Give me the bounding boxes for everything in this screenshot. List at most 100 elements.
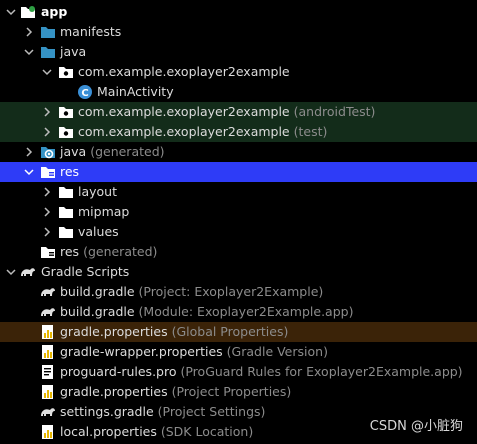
tree-row-res-generated[interactable]: res (generated) bbox=[0, 242, 477, 262]
tree-row-label-group: proguard-rules.pro (ProGuard Rules for E… bbox=[60, 364, 463, 380]
tree-row-label: build.gradle bbox=[60, 284, 135, 299]
chevron-down-icon[interactable] bbox=[6, 267, 16, 277]
tree-row-mipmap[interactable]: mipmap bbox=[0, 202, 477, 222]
tree-row-secondary: (androidTest) bbox=[293, 104, 376, 119]
package-icon bbox=[58, 64, 74, 80]
gradle-icon bbox=[20, 264, 36, 280]
module-folder-icon bbox=[20, 4, 36, 20]
tree-row-label: layout bbox=[78, 184, 118, 199]
tree-row-label-group: build.gradle (Module: Exoplayer2Example.… bbox=[60, 304, 353, 320]
folder-icon bbox=[58, 204, 74, 220]
tree-row-label: res bbox=[60, 244, 80, 259]
tree-row-package[interactable]: com.example.exoplayer2example bbox=[0, 62, 477, 82]
tree-row-label-group: settings.gradle (Project Settings) bbox=[60, 404, 265, 420]
tree-row-label: com.example.exoplayer2example bbox=[78, 104, 290, 119]
chevron-down-icon[interactable] bbox=[42, 67, 52, 77]
gradle-icon bbox=[40, 304, 56, 320]
tree-row-secondary: (Project Settings) bbox=[157, 404, 266, 419]
tree-row-label: gradle.properties bbox=[60, 384, 168, 399]
chevron-down-icon[interactable] bbox=[24, 167, 34, 177]
tree-row-label-group: gradle.properties (Project Properties) bbox=[60, 384, 291, 400]
tree-row-build-gradle-project[interactable]: build.gradle (Project: Exoplayer2Example… bbox=[0, 282, 477, 302]
properties-file-icon bbox=[40, 344, 56, 360]
tree-row-label: proguard-rules.pro bbox=[60, 364, 177, 379]
tree-row-label: mipmap bbox=[78, 204, 130, 219]
tree-row-secondary: (Gradle Version) bbox=[226, 344, 328, 359]
tree-row-label: com.example.exoplayer2example bbox=[78, 64, 290, 79]
tree-row-java-generated[interactable]: java (generated) bbox=[0, 142, 477, 162]
chevron-right-icon[interactable] bbox=[42, 127, 52, 137]
resource-folder-icon bbox=[40, 164, 56, 180]
svg-text:C: C bbox=[81, 88, 88, 99]
folder-icon bbox=[58, 224, 74, 240]
tree-row-secondary: (Module: Exoplayer2Example.app) bbox=[138, 304, 354, 319]
tree-row-label: MainActivity bbox=[97, 84, 174, 99]
chevron-right-icon[interactable] bbox=[24, 147, 34, 157]
tree-row-label-group: res (generated) bbox=[60, 244, 157, 260]
tree-row-label: java bbox=[60, 44, 87, 59]
chevron-down-icon[interactable] bbox=[6, 7, 16, 17]
tree-row-label-group: build.gradle (Project: Exoplayer2Example… bbox=[60, 284, 323, 300]
tree-row-app[interactable]: app bbox=[0, 2, 477, 22]
tree-row-label: gradle-wrapper.properties bbox=[60, 344, 223, 359]
chevron-down-icon[interactable] bbox=[24, 47, 34, 57]
tree-row-label: gradle.properties bbox=[60, 324, 168, 339]
tree-row-label-group: gradle-wrapper.properties (Gradle Versio… bbox=[60, 344, 328, 360]
tree-row-proguard-rules[interactable]: proguard-rules.pro (ProGuard Rules for E… bbox=[0, 362, 477, 382]
tree-row-secondary: (test) bbox=[293, 124, 328, 139]
gradle-icon bbox=[40, 404, 56, 420]
tree-row-label-group: com.example.exoplayer2example (androidTe… bbox=[78, 104, 375, 120]
tree-row-gradle-wrapper-properties[interactable]: gradle-wrapper.properties (Gradle Versio… bbox=[0, 342, 477, 362]
text-file-icon bbox=[40, 364, 56, 380]
properties-file-icon bbox=[40, 324, 56, 340]
chevron-right-icon[interactable] bbox=[42, 207, 52, 217]
gradle-icon bbox=[40, 284, 56, 300]
tree-row-res[interactable]: res bbox=[0, 162, 477, 182]
tree-row-gradle-scripts[interactable]: Gradle Scripts bbox=[0, 262, 477, 282]
tree-row-label: values bbox=[78, 224, 119, 239]
tree-row-java[interactable]: java bbox=[0, 42, 477, 62]
tree-row-package-test[interactable]: com.example.exoplayer2example (test) bbox=[0, 122, 477, 142]
tree-row-label: settings.gradle bbox=[60, 404, 154, 419]
chevron-right-icon[interactable] bbox=[42, 227, 52, 237]
tree-row-manifests[interactable]: manifests bbox=[0, 22, 477, 42]
tree-row-build-gradle-module[interactable]: build.gradle (Module: Exoplayer2Example.… bbox=[0, 302, 477, 322]
resource-folder-icon bbox=[40, 244, 56, 260]
tree-row-gradle-properties-project[interactable]: gradle.properties (Project Properties) bbox=[0, 382, 477, 402]
properties-file-icon bbox=[40, 384, 56, 400]
chevron-right-icon[interactable] bbox=[42, 107, 52, 117]
tree-row-label: java bbox=[60, 144, 87, 159]
tree-row-values[interactable]: values bbox=[0, 222, 477, 242]
tree-row-label: local.properties bbox=[60, 424, 157, 439]
tree-row-label: Gradle Scripts bbox=[41, 264, 130, 279]
tree-row-label-group: java (generated) bbox=[60, 144, 165, 160]
tree-row-label-group: com.example.exoplayer2example (test) bbox=[78, 124, 327, 140]
tree-row-label-group: gradle.properties (Global Properties) bbox=[60, 324, 288, 340]
tree-row-secondary: (generated) bbox=[90, 144, 165, 159]
tree-row-secondary: (Global Properties) bbox=[171, 324, 289, 339]
tree-row-gradle-properties-global[interactable]: gradle.properties (Global Properties) bbox=[0, 322, 477, 342]
folder-icon bbox=[58, 184, 74, 200]
tree-row-package-androidtest[interactable]: com.example.exoplayer2example (androidTe… bbox=[0, 102, 477, 122]
tree-row-label: app bbox=[41, 4, 68, 19]
class-icon: C bbox=[77, 84, 93, 100]
properties-file-icon bbox=[40, 424, 56, 440]
tree-row-secondary: (Project Properties) bbox=[171, 384, 292, 399]
tree-row-label: com.example.exoplayer2example bbox=[78, 124, 290, 139]
watermark: CSDN @小脏狗 bbox=[369, 419, 463, 434]
generated-folder-icon bbox=[40, 144, 56, 160]
tree-row-secondary: (SDK Location) bbox=[160, 424, 254, 439]
tree-row-label: manifests bbox=[60, 24, 122, 39]
chevron-right-icon[interactable] bbox=[42, 187, 52, 197]
tree-row-label-group: local.properties (SDK Location) bbox=[60, 424, 253, 440]
package-icon bbox=[58, 104, 74, 120]
tree-row-label: build.gradle bbox=[60, 304, 135, 319]
folder-icon bbox=[40, 24, 56, 40]
tree-row-label: res bbox=[60, 164, 80, 179]
chevron-right-icon[interactable] bbox=[24, 27, 34, 37]
package-icon bbox=[58, 124, 74, 140]
tree-row-layout[interactable]: layout bbox=[0, 182, 477, 202]
tree-row-secondary: (ProGuard Rules for Exoplayer2Example.ap… bbox=[180, 364, 463, 379]
tree-row-secondary: (generated) bbox=[83, 244, 158, 259]
tree-row-mainactivity[interactable]: C MainActivity bbox=[0, 82, 477, 102]
